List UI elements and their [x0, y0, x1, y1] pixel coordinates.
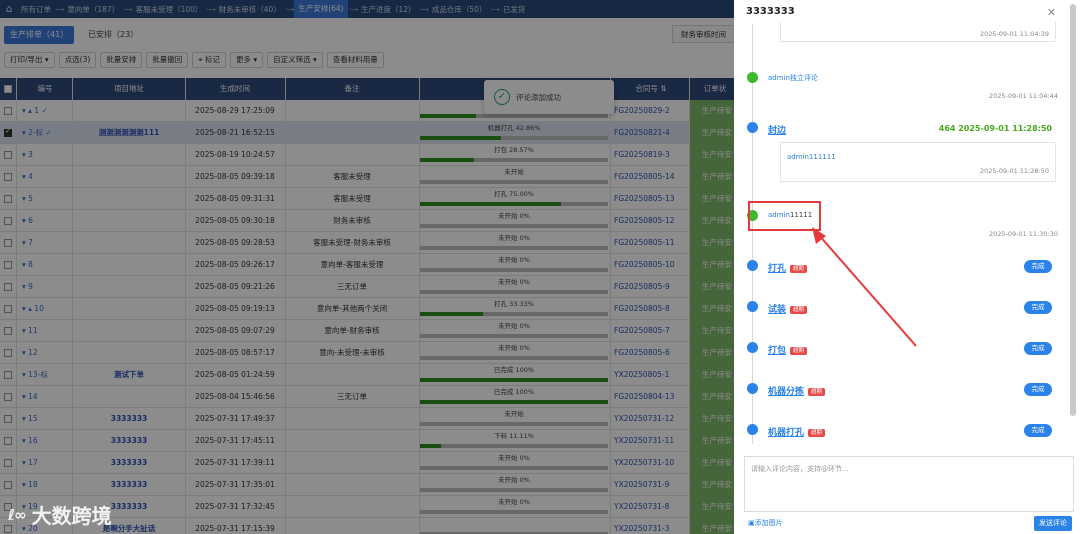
watermark-text: 大数跨境 [31, 504, 112, 528]
comment-input[interactable]: 请输入评论内容，支持@环节... [744, 456, 1074, 512]
watermark: ℓ∞ 大数跨境 [8, 500, 112, 529]
add-image-button[interactable]: ▣添加图片 [748, 518, 783, 528]
add-image-label: 添加图片 [754, 519, 783, 527]
annotation-arrow [812, 227, 917, 347]
image-icon: ▣ [748, 519, 755, 527]
comment-placeholder: 请输入评论内容，支持@环节... [751, 465, 849, 473]
submit-comment-button[interactable]: 发送评论 [1034, 516, 1072, 531]
watermark-logo-icon: ℓ∞ [8, 505, 27, 524]
